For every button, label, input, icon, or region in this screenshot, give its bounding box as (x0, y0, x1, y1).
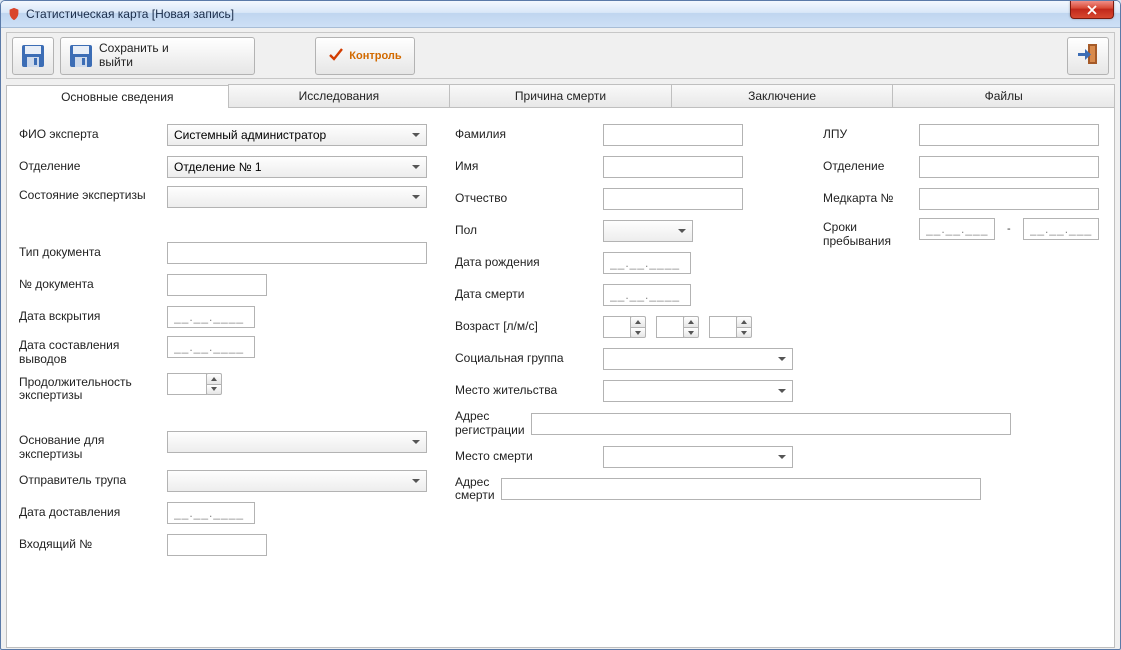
control-label: Контроль (349, 50, 401, 62)
stay-dash: - (1001, 223, 1017, 235)
exit-icon (1075, 41, 1101, 70)
birth-label: Дата рождения (455, 256, 603, 270)
spin-down[interactable] (683, 327, 699, 338)
stay-from-input[interactable] (919, 218, 995, 240)
surname-input[interactable] (603, 124, 743, 146)
doc-no-input[interactable] (167, 274, 267, 296)
card-label: Медкарта № (823, 192, 919, 206)
death-addr-label: Адрес смерти (455, 476, 501, 504)
content-panel: ФИО эксперта Системный администратор Отд… (6, 108, 1115, 648)
save-and-exit-button[interactable]: Сохранить и выйти (60, 37, 255, 75)
residence-label: Место жительства (455, 384, 603, 398)
patronymic-label: Отчество (455, 192, 603, 206)
save-button[interactable] (12, 37, 54, 75)
department-label: Отделение (19, 160, 167, 174)
age-months-spinner[interactable] (656, 316, 699, 338)
basis-label: Основание для экспертизы (19, 431, 167, 462)
patronymic-input[interactable] (603, 188, 743, 210)
name-input[interactable] (603, 156, 743, 178)
age-days-spinner[interactable] (709, 316, 752, 338)
tab-main-info[interactable]: Основные сведения (6, 85, 229, 109)
check-icon (328, 46, 344, 65)
death-place-label: Место смерти (455, 450, 603, 464)
duration-input[interactable] (167, 373, 207, 395)
tab-files[interactable]: Файлы (892, 84, 1115, 107)
dept3-input[interactable] (919, 156, 1099, 178)
save-icon (68, 43, 94, 69)
social-label: Социальная группа (455, 352, 603, 366)
incoming-no-label: Входящий № (19, 538, 167, 552)
expert-select[interactable]: Системный администратор (167, 124, 427, 146)
spin-up[interactable] (736, 316, 752, 327)
basis-select[interactable] (167, 431, 427, 453)
doc-no-label: № документа (19, 278, 167, 292)
save-exit-label: Сохранить и выйти (99, 42, 247, 70)
spin-down[interactable] (206, 384, 222, 395)
stay-label: Сроки пребывания (823, 218, 919, 249)
conclusion-date-input[interactable] (167, 336, 255, 358)
reg-addr-label: Адрес регистрации (455, 410, 531, 438)
death-label: Дата смерти (455, 288, 603, 302)
autopsy-date-input[interactable] (167, 306, 255, 328)
incoming-no-input[interactable] (167, 534, 267, 556)
delivery-date-label: Дата доставления (19, 506, 167, 520)
doc-type-input[interactable] (167, 242, 427, 264)
department-select[interactable]: Отделение № 1 (167, 156, 427, 178)
control-button[interactable]: Контроль (315, 37, 415, 75)
birth-input[interactable] (603, 252, 691, 274)
spin-up[interactable] (206, 373, 222, 384)
tabstrip: Основные сведения Исследования Причина с… (6, 84, 1115, 108)
app-window: Статистическая карта [Новая запись] Сохр… (0, 0, 1121, 650)
save-icon (20, 43, 46, 69)
conclusion-date-label: Дата составления выводов (19, 336, 167, 367)
toolbar: Сохранить и выйти Контроль (6, 32, 1115, 79)
status-select[interactable] (167, 186, 427, 208)
residence-select[interactable] (603, 380, 793, 402)
card-input[interactable] (919, 188, 1099, 210)
expert-label: ФИО эксперта (19, 128, 167, 142)
spin-down[interactable] (736, 327, 752, 338)
sender-label: Отправитель трупа (19, 474, 167, 488)
status-label: Состояние экспертизы (19, 186, 167, 203)
close-button[interactable] (1070, 1, 1114, 19)
surname-label: Фамилия (455, 128, 603, 142)
age-label: Возраст [л/м/с] (455, 320, 603, 334)
sex-select[interactable] (603, 220, 693, 242)
sender-select[interactable] (167, 470, 427, 492)
duration-label: Продолжительность экспертизы (19, 373, 167, 404)
name-label: Имя (455, 160, 603, 174)
tab-death-cause[interactable]: Причина смерти (449, 84, 672, 107)
tab-conclusion[interactable]: Заключение (671, 84, 894, 107)
lpu-input[interactable] (919, 124, 1099, 146)
tab-research[interactable]: Исследования (228, 84, 451, 107)
autopsy-date-label: Дата вскрытия (19, 310, 167, 324)
exit-button[interactable] (1067, 37, 1109, 75)
lpu-label: ЛПУ (823, 128, 919, 142)
window-title: Статистическая карта [Новая запись] (26, 7, 234, 21)
dept3-label: Отделение (823, 160, 919, 174)
spin-down[interactable] (630, 327, 646, 338)
duration-spinner[interactable] (167, 373, 222, 395)
spin-up[interactable] (683, 316, 699, 327)
stay-to-input[interactable] (1023, 218, 1099, 240)
sex-label: Пол (455, 224, 603, 238)
death-input[interactable] (603, 284, 691, 306)
age-years-spinner[interactable] (603, 316, 646, 338)
app-icon (7, 7, 21, 21)
doc-type-label: Тип документа (19, 246, 167, 260)
titlebar: Статистическая карта [Новая запись] (1, 1, 1120, 28)
delivery-date-input[interactable] (167, 502, 255, 524)
social-select[interactable] (603, 348, 793, 370)
death-place-select[interactable] (603, 446, 793, 468)
spin-up[interactable] (630, 316, 646, 327)
